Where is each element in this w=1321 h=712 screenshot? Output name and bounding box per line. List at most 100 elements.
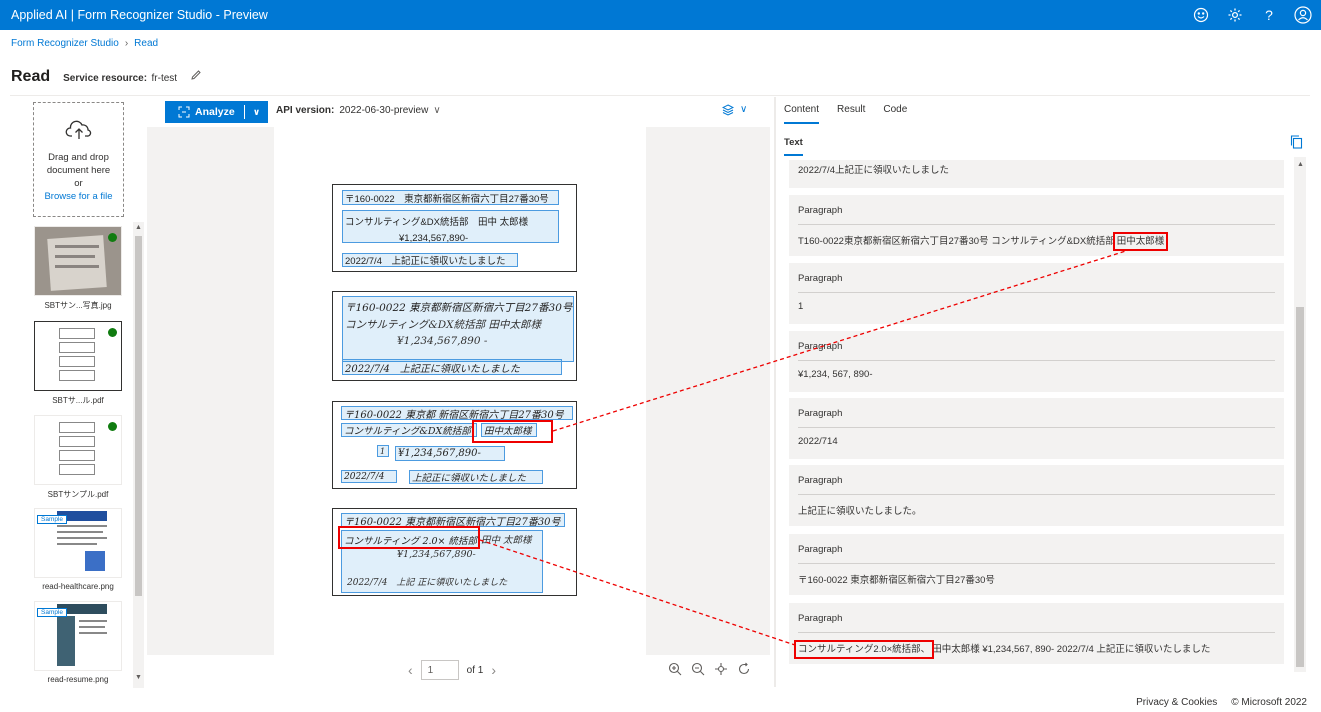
api-version-selector[interactable]: API version: 2022-06-30-preview ∨ bbox=[276, 105, 441, 116]
file-name: SBTサン...写真.jpg bbox=[44, 301, 112, 310]
results-list: 2022/7/4上記正に領収いたしました Paragraph T160-0022… bbox=[782, 160, 1289, 670]
layers-selector[interactable]: ∨ bbox=[722, 104, 747, 116]
copy-icon[interactable] bbox=[1290, 135, 1303, 149]
file-dropzone[interactable]: Drag and drop document here or Browse fo… bbox=[33, 102, 124, 217]
text-line-highlight[interactable]: コンサルティング&DX統括部 bbox=[341, 423, 477, 437]
divider bbox=[798, 494, 1275, 495]
account-icon[interactable] bbox=[1293, 5, 1313, 25]
chevron-down-icon[interactable]: ∨ bbox=[245, 107, 268, 118]
tab-text[interactable]: Text bbox=[784, 137, 803, 156]
divider bbox=[798, 292, 1275, 293]
paragraph-title: Paragraph bbox=[798, 613, 843, 624]
divider bbox=[798, 563, 1275, 564]
divider bbox=[798, 224, 1275, 225]
file-item-selected[interactable]: SBTサ...ル.pdf bbox=[33, 321, 123, 406]
file-list-scrollbar[interactable]: ▲ ▼ bbox=[133, 222, 144, 688]
top-bar: Applied AI | Form Recognizer Studio - Pr… bbox=[0, 0, 1321, 30]
dropzone-text-1: Drag and drop bbox=[48, 152, 109, 163]
paragraph-card[interactable]: Paragraph T160-0022東京都新宿区新宿六丁目27番30号 コンサ… bbox=[789, 195, 1284, 256]
highlighted-text: コンサルティング2.0×統括部、 bbox=[793, 640, 935, 659]
paragraph-card[interactable]: Paragraph 上記正に領収いたしました。 bbox=[789, 465, 1284, 526]
file-item[interactable]: Sample read-resume.png bbox=[33, 601, 123, 684]
results-scrollbar[interactable]: ▲ bbox=[1294, 157, 1306, 672]
privacy-link[interactable]: Privacy & Cookies bbox=[1136, 697, 1217, 708]
paragraph-card[interactable]: 2022/7/4上記正に領収いたしました bbox=[789, 160, 1284, 188]
gear-icon[interactable] bbox=[1225, 5, 1245, 25]
footer: Privacy & Cookies © Microsoft 2022 bbox=[1136, 697, 1307, 708]
scroll-up-icon[interactable]: ▲ bbox=[1297, 161, 1304, 168]
scroll-up-icon[interactable]: ▲ bbox=[135, 224, 142, 231]
handwritten-line: ¥1,234,567,890 - bbox=[397, 335, 488, 347]
file-name: read-resume.png bbox=[47, 675, 109, 684]
paragraph-card[interactable]: Paragraph 2022/714 bbox=[789, 398, 1284, 459]
tab-code[interactable]: Code bbox=[883, 104, 907, 124]
paragraph-title: Paragraph bbox=[798, 205, 843, 216]
page-header: Read Service resource: fr-test bbox=[11, 68, 202, 86]
sample-tag: Sample bbox=[37, 515, 68, 524]
scrollbar-thumb[interactable] bbox=[1296, 307, 1304, 667]
dropzone-text-3: or bbox=[74, 178, 83, 189]
chevron-left-icon[interactable]: ‹ bbox=[408, 662, 413, 678]
text-line-highlight[interactable]: 1 bbox=[377, 445, 389, 457]
text-line-highlight[interactable]: 2022/7/4 bbox=[341, 470, 397, 483]
divider bbox=[798, 427, 1275, 428]
paragraph-card[interactable]: Paragraph 〒160-0022 東京都新宿区新宿六丁目27番30号 bbox=[789, 534, 1284, 595]
text-line-highlight[interactable]: 〒160-0022 東京都新宿区新宿六丁目27番30号 bbox=[341, 513, 565, 527]
dropzone-text-2: document here bbox=[46, 165, 111, 176]
text-line-highlight[interactable]: 上記正に領収いたしました bbox=[409, 470, 543, 484]
fit-page-icon[interactable] bbox=[714, 662, 728, 676]
help-glyph: ? bbox=[1265, 7, 1273, 23]
tab-result[interactable]: Result bbox=[837, 104, 865, 124]
text-line-highlight[interactable]: ¥1,234,567,890- bbox=[397, 232, 497, 244]
chevron-right-icon[interactable]: › bbox=[491, 662, 496, 678]
scrollbar-thumb[interactable] bbox=[135, 236, 142, 596]
file-item[interactable]: SBTサン...写真.jpg bbox=[33, 226, 123, 311]
file-thumbnail: Sample bbox=[34, 601, 122, 671]
text-line-highlight[interactable]: ¥1,234,567,890- bbox=[395, 446, 505, 461]
api-version-value: 2022-06-30-preview bbox=[339, 105, 429, 116]
file-item[interactable]: SBTサンプル.pdf bbox=[33, 415, 123, 500]
pencil-icon[interactable] bbox=[190, 68, 202, 86]
zoom-out-icon[interactable] bbox=[691, 662, 705, 676]
status-dot bbox=[108, 422, 117, 431]
paragraph-text: 〒160-0022 東京都新宿区新宿六丁目27番30号 bbox=[798, 575, 995, 586]
scroll-down-icon[interactable]: ▼ bbox=[135, 674, 142, 681]
file-thumbnail bbox=[34, 415, 122, 485]
paragraph-title: Paragraph bbox=[798, 341, 843, 352]
app-title: Applied AI | Form Recognizer Studio - Pr… bbox=[11, 8, 268, 22]
paragraph-card[interactable]: Paragraph ¥1,234, 567, 890- bbox=[789, 331, 1284, 392]
browse-file-link[interactable]: Browse for a file bbox=[44, 190, 112, 203]
smiley-icon[interactable] bbox=[1191, 5, 1211, 25]
text-line-highlight[interactable]: 2022/7/4 上記正に領収いたしました bbox=[342, 359, 562, 375]
handwritten-line: コンサルティング&DX統括部 田中太郎様 bbox=[345, 319, 541, 331]
paragraph-text-main: T160-0022東京都新宿区新宿六丁目27番30号 コンサルティング&DX統括… bbox=[798, 236, 1115, 247]
paragraph-title: Paragraph bbox=[798, 475, 843, 486]
file-name: SBTサンプル.pdf bbox=[47, 490, 109, 499]
chevron-right-icon: › bbox=[124, 38, 129, 49]
paragraph-text-main: 田中太郎様 ¥1,234,567, 890- 2022/7/4 上記正に領収いた… bbox=[932, 644, 1211, 655]
paragraph-card[interactable]: Paragraph 1 bbox=[789, 263, 1284, 324]
breadcrumb-root-link[interactable]: Form Recognizer Studio bbox=[11, 38, 119, 49]
rotate-icon[interactable] bbox=[737, 662, 751, 676]
text-line-highlight[interactable]: 〒160-0022 東京都新宿区新宿六丁目27番30号 bbox=[342, 190, 559, 205]
api-version-label: API version: bbox=[276, 105, 335, 116]
text-line-highlight[interactable]: 2022/7/4 上記正に領収いたしました bbox=[342, 253, 518, 267]
zoom-in-icon[interactable] bbox=[668, 662, 682, 676]
analyze-button[interactable]: Analyze ∨ bbox=[165, 101, 268, 123]
file-name: SBTサ...ル.pdf bbox=[52, 396, 104, 405]
service-resource-label: Service resource: bbox=[63, 73, 148, 84]
help-icon[interactable]: ? bbox=[1259, 5, 1279, 25]
paragraph-card[interactable]: Paragraph コンサルティング2.0×統括部、 田中太郎様 ¥1,234,5… bbox=[789, 603, 1284, 664]
panel-divider[interactable] bbox=[774, 97, 776, 687]
text-line-highlight[interactable]: 〒160-0022 東京都 新宿区新宿六丁目27番30号 bbox=[341, 406, 573, 420]
breadcrumb-current-link[interactable]: Read bbox=[134, 38, 158, 49]
zoom-toolbar bbox=[668, 662, 751, 676]
page-number-input[interactable]: 1 bbox=[420, 660, 459, 680]
tab-content[interactable]: Content bbox=[784, 104, 820, 124]
paragraph-title: Paragraph bbox=[798, 544, 843, 555]
result-tabs: Content Result Code bbox=[784, 104, 907, 124]
file-list: SBTサン...写真.jpg SBTサ...ル.pdf SBTサンプル.pdf bbox=[28, 222, 145, 688]
cloud-upload-icon bbox=[65, 120, 91, 139]
file-thumbnail bbox=[34, 226, 122, 296]
file-item[interactable]: Sample read-healthcare.png bbox=[33, 508, 123, 591]
